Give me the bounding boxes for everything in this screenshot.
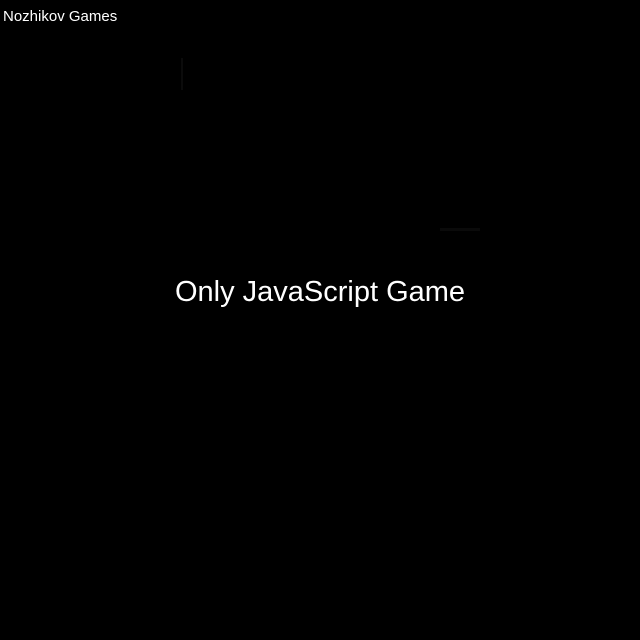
brand-label: Nozhikov Games <box>3 8 118 25</box>
game-canvas[interactable]: Nozhikov Games Only JavaScript Game <box>0 0 640 640</box>
faint-artifact-horizontal <box>440 228 480 231</box>
splash-title: Only JavaScript Game <box>174 276 466 308</box>
faint-artifact-vertical <box>181 58 183 90</box>
